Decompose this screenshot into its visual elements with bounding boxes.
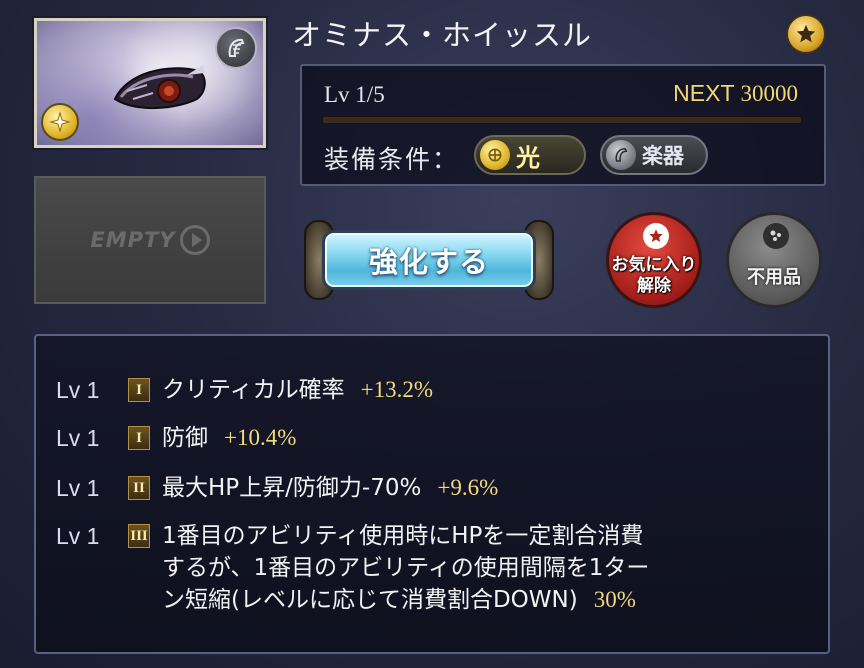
requirement-element-label: 光	[516, 143, 540, 172]
skill-description: 1番目のアビリティ使用時にHPを一定割合消費 するが、1番目のアビリティの使用間…	[162, 520, 802, 616]
weapon-name: オミナス・ホイッスル	[292, 20, 593, 52]
skill-value: +9.6%	[437, 475, 499, 500]
requirement-type-label: 楽器	[642, 144, 684, 168]
remove-favorite-label: お気に入り 解除	[609, 255, 699, 297]
remove-favorite-label-line1: お気に入り	[611, 255, 697, 275]
skill-description: 最大HP上昇/防御力-70% +9.6%	[162, 472, 498, 504]
level-indicator: Lv 1/5	[324, 82, 385, 107]
skill-level: Lv 1	[56, 475, 100, 501]
requirement-element-badge: 光	[474, 135, 586, 175]
weapon-whistle-image	[113, 65, 206, 109]
skill-row: Lv 1 I クリティカル確率 +13.2%	[56, 374, 433, 406]
skill-row: Lv 1 I 防御 +10.4%	[56, 422, 296, 454]
skill-level: Lv 1	[56, 377, 100, 403]
skill-description-line3: ン短縮(レベルに応じて消費割合DOWN) 30%	[162, 584, 802, 616]
skill-description: クリティカル確率 +13.2%	[162, 374, 433, 406]
skill-level: Lv 1	[56, 425, 100, 451]
skill-value: +13.2%	[360, 377, 434, 402]
skill-name: 防御	[162, 425, 208, 451]
skill-level: Lv 1	[56, 523, 100, 549]
empty-skin-slot[interactable]: EMPTY	[34, 176, 266, 304]
remove-favorite-button[interactable]: お気に入り 解除	[606, 212, 702, 308]
harp-icon	[606, 140, 636, 170]
skill-description: 防御 +10.4%	[162, 422, 296, 454]
skill-value: +10.4%	[224, 425, 297, 450]
play-icon	[179, 225, 210, 255]
empty-slot-label: EMPTY	[90, 228, 176, 252]
skill-description-line1: 1番目のアビリティ使用時にHPを一定割合消費	[162, 523, 644, 549]
next-exp-value: 30000	[740, 81, 799, 106]
harp-type-icon	[215, 27, 257, 69]
requirement-type-badge: 楽器	[600, 135, 708, 175]
skill-description-line3-text: ン短縮(レベルに応じて消費割合DOWN)	[162, 587, 578, 613]
light-element-icon	[41, 103, 79, 141]
exp-progress-bar	[322, 116, 802, 124]
skill-row: Lv 1 II 最大HP上昇/防御力-70% +9.6%	[56, 472, 498, 504]
trash-tag-icon	[763, 223, 789, 249]
skill-name: クリティカル確率	[162, 377, 345, 403]
star-icon	[643, 223, 669, 249]
skill-name: 最大HP上昇/防御力-70%	[162, 475, 422, 501]
skill-value: 30%	[593, 587, 636, 612]
next-exp: NEXT 30000	[673, 80, 798, 107]
upgrade-button[interactable]: 強化する	[302, 220, 556, 300]
remove-favorite-label-line2: 解除	[637, 276, 671, 296]
skill-row: Lv 1 III 1番目のアビリティ使用時にHPを一定割合消費 するが、1番目の…	[56, 520, 802, 616]
upgrade-button-label: 強化する	[368, 245, 489, 279]
next-exp-label: NEXT	[673, 80, 735, 106]
equip-requirement-label: 装備条件：	[324, 145, 460, 174]
mark-unused-button[interactable]: 不用品	[726, 212, 822, 308]
skill-tier-badge: II	[128, 476, 150, 500]
star-icon[interactable]	[786, 14, 826, 54]
light-element-icon	[480, 140, 510, 170]
skill-tier-badge: III	[128, 524, 150, 548]
upgrade-button-body: 強化する	[322, 230, 536, 290]
skill-tier-badge: I	[128, 426, 150, 450]
mark-unused-label: 不用品	[747, 267, 801, 288]
skill-description-line2: するが、1番目のアビリティの使用間隔を1ター	[162, 555, 650, 581]
skill-tier-badge: I	[128, 378, 150, 402]
weapon-image-card[interactable]	[34, 18, 266, 148]
